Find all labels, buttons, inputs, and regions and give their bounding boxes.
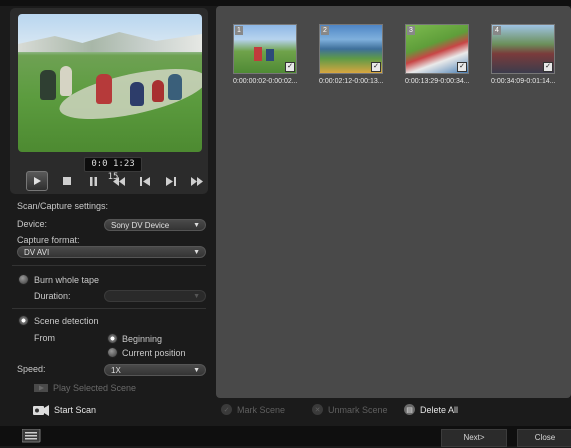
start-scan-label: Start Scan [54,405,97,415]
mark-scene-label: Mark Scene [237,404,286,415]
scene-thumbnail[interactable]: 3 ✓ [405,24,469,74]
next-button[interactable]: Next> [441,429,507,447]
start-scan-button[interactable]: Start Scan [32,403,96,417]
beginning-label: Beginning [122,334,163,344]
duration-label: Duration: [34,291,71,301]
current-position-label: Current position [122,348,186,358]
scene-number: 1 [235,26,243,35]
preview-hiker [96,74,112,104]
divider [12,265,206,266]
preview-hiker [60,66,72,96]
stop-icon [63,177,71,185]
device-label: Device: [17,219,48,229]
scene-checkbox[interactable]: ✓ [371,62,381,72]
pause-button[interactable] [80,172,106,190]
speed-dropdown[interactable]: 1X ▼ [104,364,206,376]
chevron-down-icon: ▼ [193,367,200,374]
play-selected-scene-button[interactable]: Play Selected Scene [34,383,136,393]
timecode-display: 0:0 1:23 15 [84,157,142,182]
beginning-radio[interactable] [107,333,118,344]
delete-all-label: Delete All [420,404,459,415]
next-frame-button[interactable] [158,172,184,190]
scene-caption: 0:00:02:12-0:00:13... [319,78,384,85]
scene-caption: 0:00:00:02-0:00:02... [233,78,298,85]
thumb-figure [266,49,274,61]
scene-caption: 0:00:34:09-0:01:14... [491,78,556,85]
preview-hiker [40,70,56,100]
scene-number: 3 [407,26,415,35]
scene-checkbox[interactable]: ✓ [285,62,295,72]
preview-hiker [168,74,182,100]
play-icon [34,177,41,185]
previous-frame-icon [140,176,150,186]
current-position-radio[interactable] [107,347,118,358]
scene-number: 2 [321,26,329,35]
speed-label: Speed: [17,364,46,374]
options-menu-icon [21,428,41,443]
mark-scene-button[interactable]: ✓ Mark Scene [221,404,285,415]
chevron-down-icon: ▼ [193,249,200,256]
chevron-down-icon: ▼ [193,293,200,300]
camcorder-icon [33,405,49,416]
preview-mountains [18,32,202,52]
fast-forward-button[interactable] [184,172,210,190]
previous-frame-button[interactable] [132,172,158,190]
duration-dropdown[interactable]: ▼ [104,290,206,302]
scene-checkbox[interactable]: ✓ [457,62,467,72]
from-label: From [34,333,55,343]
scene-number: 4 [493,26,501,35]
burn-whole-tape-radio[interactable] [18,274,29,285]
rewind-icon [113,176,125,186]
next-frame-icon [166,176,176,186]
scene-detection-label: Scene detection [34,316,99,326]
fast-forward-icon [191,176,203,186]
preview-hiker [130,82,144,106]
scene-detection-radio[interactable] [18,315,29,326]
film-play-icon [34,384,48,392]
unmark-scene-label: Unmark Scene [328,404,388,415]
options-button[interactable] [21,428,42,448]
thumb-figure [254,47,262,61]
device-value: Sony DV Device [111,221,170,230]
play-selected-scene-label: Play Selected Scene [53,383,137,393]
video-preview [18,14,202,152]
scene-caption: 0:00:13:29-0:00:34... [405,78,470,85]
capture-format-label: Capture format: [17,235,80,245]
rewind-button[interactable] [106,172,132,190]
capture-format-value: DV AVI [24,248,50,257]
chevron-down-icon: ▼ [193,222,200,229]
speed-value: 1X [111,366,121,375]
close-button[interactable]: Close [517,429,571,447]
trash-icon: ▤ [404,404,415,415]
play-button[interactable] [26,171,48,191]
x-icon: ✕ [312,404,323,415]
scene-checkbox[interactable]: ✓ [543,62,553,72]
delete-all-button[interactable]: ▤ Delete All [404,404,458,415]
preview-hiker [152,80,164,102]
playback-controls [26,171,210,191]
unmark-scene-button[interactable]: ✕ Unmark Scene [312,404,388,415]
check-icon: ✓ [221,404,232,415]
scene-thumbnail[interactable]: 1 ✓ [233,24,297,74]
divider [12,308,206,309]
burn-whole-tape-label: Burn whole tape [34,275,100,285]
scene-thumbnail[interactable]: 2 ✓ [319,24,383,74]
pause-icon [89,176,97,186]
stop-button[interactable] [54,172,80,190]
settings-title: Scan/Capture settings: [17,201,109,211]
device-dropdown[interactable]: Sony DV Device ▼ [104,219,206,231]
capture-format-dropdown[interactable]: DV AVI ▼ [17,246,206,258]
scene-thumbnail[interactable]: 4 ✓ [491,24,555,74]
